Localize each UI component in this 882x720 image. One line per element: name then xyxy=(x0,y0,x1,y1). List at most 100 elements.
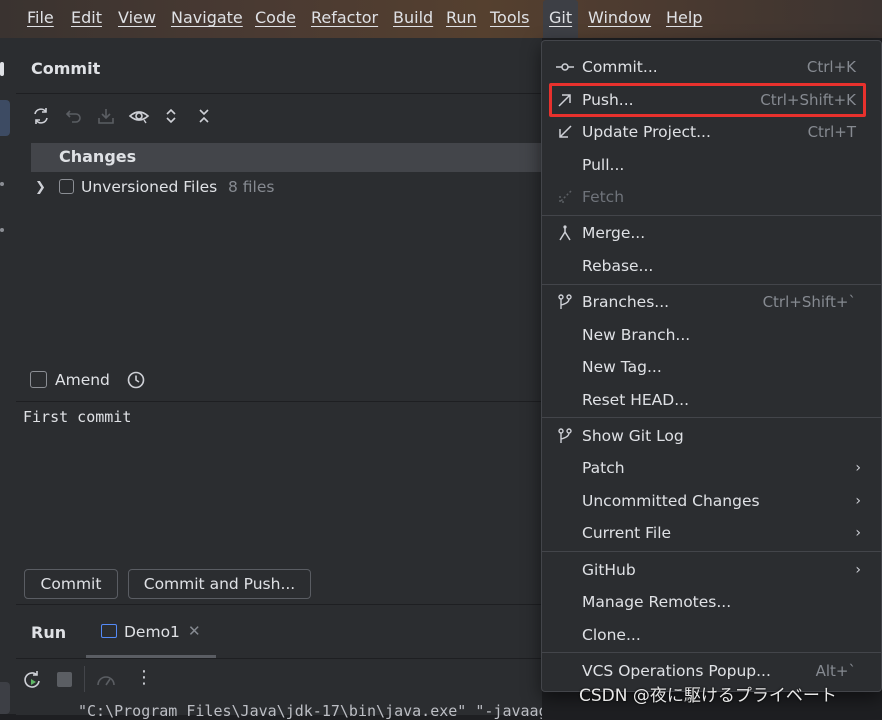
project-tool-icon[interactable] xyxy=(0,62,4,76)
git-menu-new-tag-label: New Tag... xyxy=(582,358,662,376)
git-menu-manage-remotes-label: Manage Remotes... xyxy=(582,593,732,611)
run-tool-icon[interactable] xyxy=(0,682,10,714)
git-menu-rebase[interactable]: Rebase... xyxy=(542,250,881,282)
menu-run[interactable]: Run xyxy=(446,0,477,38)
git-menu-clone-label: Clone... xyxy=(582,626,641,644)
menu-navigate[interactable]: Navigate xyxy=(171,0,243,38)
toolbar-separator xyxy=(84,666,85,692)
history-clock-icon[interactable] xyxy=(126,370,146,394)
more-options-icon[interactable]: ⋮ xyxy=(135,668,153,688)
commit-panel-title: Commit xyxy=(31,59,101,78)
menu-build[interactable]: Build xyxy=(393,0,433,38)
git-menu-rebase-label: Rebase... xyxy=(582,257,654,275)
merge-icon xyxy=(556,224,574,242)
divider xyxy=(16,93,542,94)
changes-label: Changes xyxy=(59,147,137,166)
run-panel-title: Run xyxy=(31,623,67,642)
git-log-icon xyxy=(556,427,574,445)
chevron-right-icon: › xyxy=(855,493,861,509)
commit-message-text[interactable]: First commit xyxy=(23,408,131,426)
menu-window[interactable]: Window xyxy=(588,0,651,38)
chevron-right-icon: › xyxy=(855,525,861,541)
profiler-gauge-icon[interactable] xyxy=(95,670,117,694)
git-menu-show-git-log[interactable]: Show Git Log xyxy=(542,420,881,452)
changes-group-row[interactable]: Changes xyxy=(31,143,542,172)
git-menu-update-project[interactable]: Update Project... Ctrl+T xyxy=(542,116,881,148)
chevron-right-icon[interactable]: ❯ xyxy=(35,180,46,195)
git-menu-update-project-shortcut: Ctrl+T xyxy=(807,123,856,141)
close-tab-icon[interactable]: ✕ xyxy=(188,622,201,640)
git-menu-manage-remotes[interactable]: Manage Remotes... xyxy=(542,586,881,618)
git-menu-show-git-log-label: Show Git Log xyxy=(582,427,684,445)
menu-code[interactable]: Code xyxy=(255,0,296,38)
menu-file[interactable]: File xyxy=(27,0,54,38)
git-menu-github[interactable]: GitHub › xyxy=(542,554,881,586)
fetch-icon xyxy=(556,188,574,206)
watermark-text: CSDN @夜に駆けるプライベート xyxy=(579,686,837,706)
unversioned-files-label[interactable]: Unversioned Files xyxy=(81,178,217,196)
menu-refactor[interactable]: Refactor xyxy=(311,0,378,38)
expand-all-icon[interactable] xyxy=(159,104,183,128)
git-menu-current-file[interactable]: Current File › xyxy=(542,517,881,549)
structure-tool-icon[interactable] xyxy=(0,182,4,186)
commit-icon xyxy=(556,58,574,76)
more-tool-icon[interactable] xyxy=(0,228,4,232)
git-menu-new-tag[interactable]: New Tag... xyxy=(542,351,881,383)
commit-tool-icon[interactable] xyxy=(0,100,10,136)
git-menu-pull[interactable]: Pull... xyxy=(542,149,881,181)
git-menu-reset-head[interactable]: Reset HEAD... xyxy=(542,384,881,416)
push-highlight-annotation xyxy=(549,83,866,117)
git-menu-update-project-label: Update Project... xyxy=(582,123,711,141)
git-menu-uncommitted-changes-label: Uncommitted Changes xyxy=(582,492,760,510)
menu-tools[interactable]: Tools xyxy=(490,0,529,38)
git-menu-branches-label: Branches... xyxy=(582,293,670,311)
git-menu-new-branch[interactable]: New Branch... xyxy=(542,319,881,351)
menu-separator xyxy=(542,417,881,418)
git-menu-pull-label: Pull... xyxy=(582,156,625,174)
stop-icon[interactable] xyxy=(57,672,72,687)
commit-message-area[interactable]: First commit xyxy=(16,401,542,562)
git-menu-commit-label: Commit... xyxy=(582,58,658,76)
update-arrow-icon xyxy=(556,123,574,141)
amend-label[interactable]: Amend xyxy=(55,371,110,389)
unversioned-checkbox[interactable] xyxy=(59,179,74,194)
rollback-icon[interactable] xyxy=(62,104,86,128)
menu-git[interactable]: Git xyxy=(543,0,579,38)
chevron-right-icon: › xyxy=(855,562,861,578)
run-tab-label[interactable]: Demo1 xyxy=(124,623,180,641)
git-menu-new-branch-label: New Branch... xyxy=(582,326,691,344)
chevron-right-icon: › xyxy=(855,460,861,476)
shelve-icon[interactable] xyxy=(94,104,118,128)
console-output-line: "C:\Program Files\Java\jdk-17\bin\java.e… xyxy=(78,702,542,720)
git-menu-branches-shortcut: Ctrl+Shift+` xyxy=(762,293,856,311)
left-tool-strip xyxy=(0,38,17,714)
rerun-icon[interactable] xyxy=(22,670,42,694)
menu-help[interactable]: Help xyxy=(666,0,702,38)
git-menu-patch[interactable]: Patch › xyxy=(542,452,881,484)
commit-button[interactable]: Commit xyxy=(24,569,118,599)
git-menu-github-label: GitHub xyxy=(582,561,636,579)
divider xyxy=(16,658,542,659)
menu-view[interactable]: View xyxy=(118,0,156,38)
main-menubar: File Edit View Navigate Code Refactor Bu… xyxy=(0,0,882,38)
git-menu-branches[interactable]: Branches... Ctrl+Shift+` xyxy=(542,286,881,318)
git-menu-clone[interactable]: Clone... xyxy=(542,619,881,651)
menu-separator xyxy=(542,652,881,653)
amend-checkbox[interactable] xyxy=(30,371,47,388)
git-menu-fetch-label: Fetch xyxy=(582,188,625,206)
collapse-all-icon[interactable] xyxy=(192,104,216,128)
git-menu-merge[interactable]: Merge... xyxy=(542,217,881,249)
git-menu-uncommitted-changes[interactable]: Uncommitted Changes › xyxy=(542,485,881,517)
menu-edit[interactable]: Edit xyxy=(71,0,102,38)
commit-and-push-button[interactable]: Commit and Push... xyxy=(128,569,311,599)
menu-separator xyxy=(542,215,881,216)
run-panel xyxy=(16,604,542,715)
git-menu-commit[interactable]: Commit... Ctrl+K xyxy=(542,51,881,83)
eye-icon[interactable] xyxy=(127,104,151,128)
menu-separator xyxy=(542,284,881,285)
unversioned-count: 8 files xyxy=(228,178,275,196)
git-menu-patch-label: Patch xyxy=(582,459,625,477)
run-config-icon xyxy=(101,624,117,638)
git-menu-fetch: Fetch xyxy=(542,181,881,213)
refresh-icon[interactable] xyxy=(29,104,53,128)
